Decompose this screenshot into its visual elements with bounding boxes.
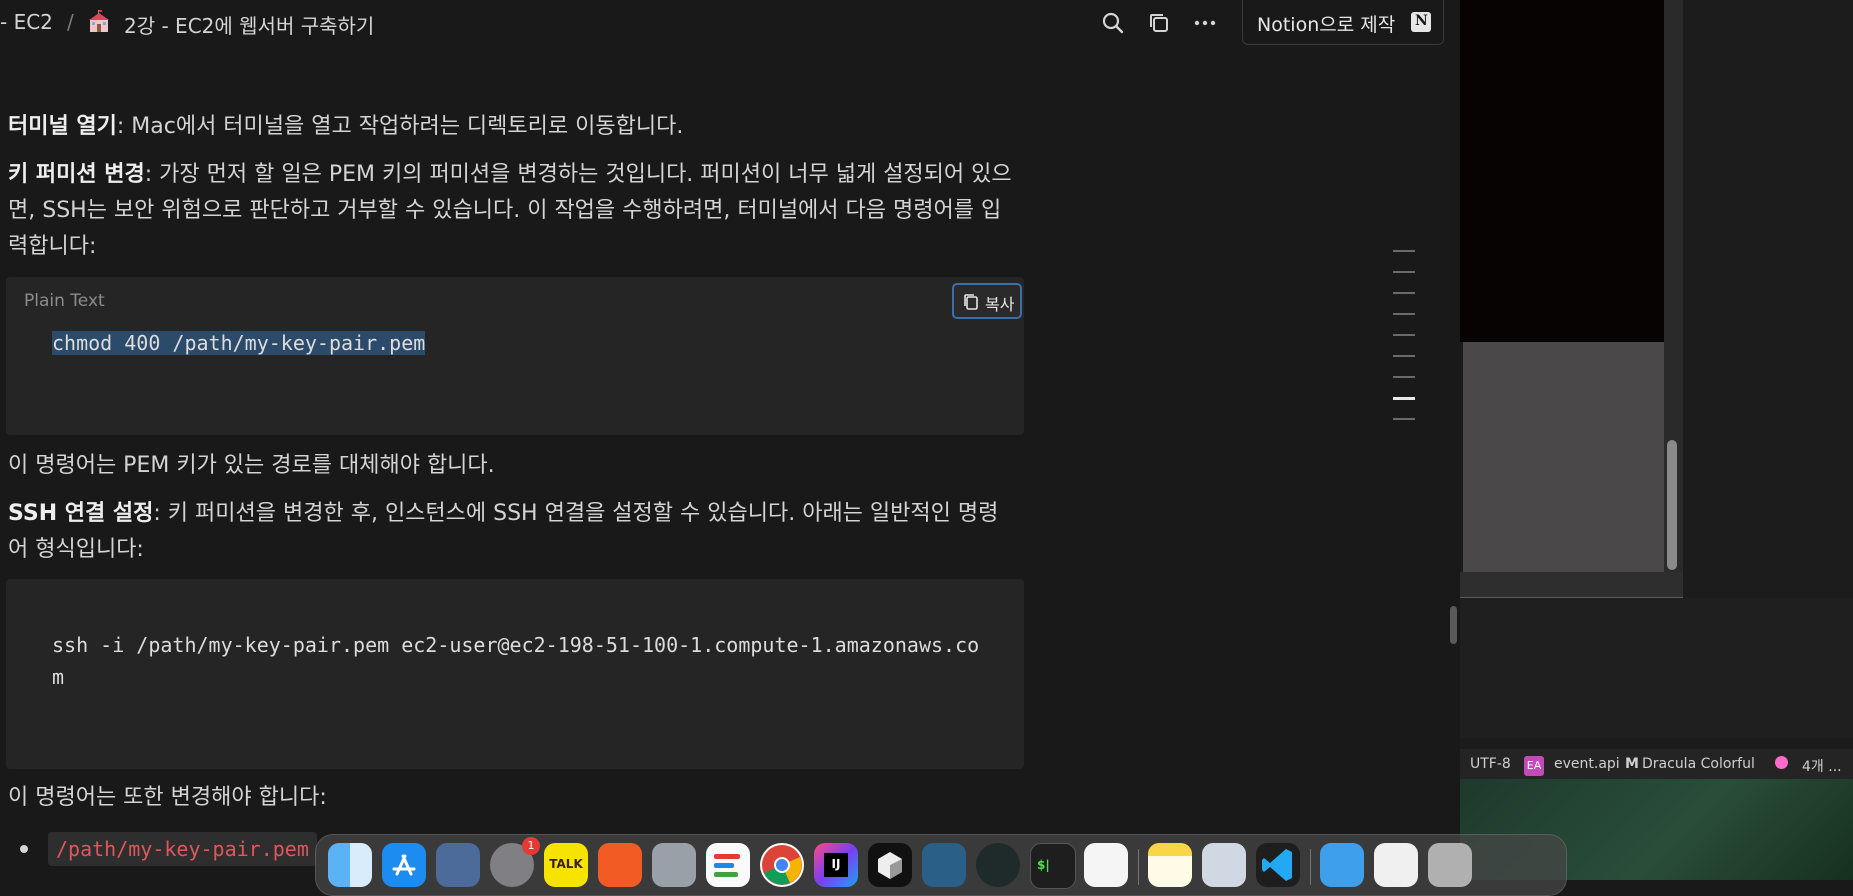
mysql-workbench-icon[interactable]	[922, 843, 966, 887]
toc-line[interactable]	[1393, 271, 1415, 273]
editor-panel	[1463, 342, 1664, 572]
theme-icon: M	[1625, 756, 1639, 772]
paragraph-replace-path: 이 명령어는 PEM 키가 있는 경로를 대체해야 합니다.	[8, 453, 495, 478]
kakaotalk-icon[interactable]: TALK	[544, 843, 588, 887]
code-language-label[interactable]: Plain Text	[24, 291, 105, 311]
editor-status-bar: UTF-8 EA event.api M Dracula Colorful 4개…	[1460, 749, 1853, 779]
paragraph-text: 어 형식입니다:	[8, 537, 144, 562]
simulator-icon[interactable]	[436, 843, 480, 887]
toc-line[interactable]	[1393, 376, 1415, 378]
copy-label: 복사	[985, 295, 1015, 314]
paragraph-text: 력합니다:	[8, 234, 97, 259]
code-block-ssh[interactable]: ssh -i /path/my-key-pair.pem ec2-user@ec…	[6, 579, 1024, 769]
editor-preview-dark	[1460, 0, 1683, 342]
background-editor-window: UTF-8 EA event.api M Dracula Colorful 4개…	[1460, 0, 1853, 880]
toc-line[interactable]	[1393, 418, 1415, 420]
paragraph-open-terminal: 터미널 열기: Mac에서 터미널을 열고 작업하려는 디렉토리로 이동합니다.	[8, 109, 1028, 145]
topbar: - EC2 / 2강 - EC2에 웹서버 구축하기 Notion으로 제작 N	[0, 0, 1460, 45]
made-with-notion-label: Notion으로 제작	[1257, 14, 1396, 36]
folder-icon[interactable]	[1320, 843, 1364, 887]
gitkraken-icon[interactable]	[976, 843, 1020, 887]
notion-logo-icon: N	[1411, 12, 1431, 32]
copy-icon	[964, 294, 978, 310]
paragraph-text: : Mac에서 터미널을 열고 작업하려는 디렉토리로 이동합니다.	[116, 114, 684, 139]
app-store-icon[interactable]	[382, 843, 426, 887]
made-with-notion-button[interactable]: Notion으로 제작 N	[1242, 0, 1444, 45]
sketchbook-icon[interactable]	[598, 843, 642, 887]
toc-line[interactable]	[1393, 313, 1415, 315]
code-line[interactable]: ssh -i /path/my-key-pair.pem ec2-user@ec…	[52, 629, 979, 693]
paragraph-text: : 가장 먼저 할 일은 PEM 키의 퍼미션을 변경하는 것입니다. 퍼미션이…	[144, 162, 1012, 187]
preview-icon[interactable]	[1202, 843, 1246, 887]
editor-area	[1460, 598, 1853, 738]
chrome-icon[interactable]	[760, 843, 804, 887]
more-status[interactable]: 4개 ...	[1802, 756, 1842, 776]
encoding-status[interactable]: UTF-8	[1470, 756, 1511, 772]
selected-code-text[interactable]: chmod 400 /path/my-key-pair.pem	[52, 331, 426, 355]
theme-status[interactable]: Dracula Colorful	[1642, 756, 1755, 772]
search-icon[interactable]	[1100, 10, 1126, 36]
intellij-icon[interactable]: IJ	[814, 843, 858, 887]
paragraph-also-change: 이 명령어는 또한 변경해야 합니다:	[8, 785, 327, 810]
editor-scrollbar-thumb[interactable]	[1667, 440, 1677, 570]
notes-icon[interactable]	[1148, 843, 1192, 887]
duplicate-icon[interactable]	[1146, 10, 1172, 36]
code-line[interactable]: chmod 400 /path/my-key-pair.pem	[52, 327, 426, 359]
file-type-badge: EA	[1524, 756, 1544, 776]
paragraph-text: 면, SSH는 보안 위험으로 판단하고 거부할 수 있습니다. 이 작업을 수…	[8, 198, 1002, 223]
breadcrumb-parent[interactable]: - EC2	[0, 10, 53, 34]
paragraph-ssh-connect: SSH 연결 설정: 키 퍼미션을 변경한 후, 인스턴스에 SSH 연결을 설…	[8, 496, 1028, 568]
certificate-icon[interactable]	[1374, 843, 1418, 887]
code-block-chmod[interactable]: Plain Text 복사 chmod 400 /path/my-key-pai…	[6, 277, 1024, 435]
more-options-icon[interactable]	[1192, 10, 1218, 36]
paragraph-bold-label: 터미널 열기	[8, 114, 117, 139]
toc-line-active[interactable]	[1393, 397, 1415, 400]
copy-button[interactable]: 복사	[952, 283, 1022, 319]
bullet-point	[20, 845, 28, 853]
window-bottom-frame	[1460, 572, 1683, 598]
3d-app-icon[interactable]	[868, 843, 912, 887]
notion-window: - EC2 / 2강 - EC2에 웹서버 구축하기 Notion으로 제작 N	[0, 0, 1460, 880]
status-dot-icon	[1775, 756, 1788, 769]
textedit-icon[interactable]	[1084, 843, 1128, 887]
paragraph-text: : 키 퍼미션을 변경한 후, 인스턴스에 SSH 연결을 설정할 수 있습니다…	[153, 501, 999, 526]
paragraph-bold-label: 키 퍼미션 변경	[8, 162, 145, 187]
page-title[interactable]: 2강 - EC2에 웹서버 구축하기	[124, 10, 374, 39]
code-line-2[interactable]: m	[52, 661, 979, 693]
toc-line[interactable]	[1393, 334, 1415, 336]
file-name-status[interactable]: event.api	[1554, 756, 1620, 772]
breadcrumb-separator: /	[67, 10, 74, 34]
scrollbar-thumb[interactable]	[1450, 606, 1457, 644]
toc-line[interactable]	[1393, 250, 1415, 252]
finder-icon[interactable]	[328, 843, 372, 887]
paragraph-key-permission: 키 퍼미션 변경: 가장 먼저 할 일은 PEM 키의 퍼미션을 변경하는 것입…	[8, 157, 1028, 265]
terminal-icon[interactable]: $|	[1030, 843, 1076, 889]
launchpad-icon[interactable]	[652, 843, 696, 887]
system-settings-icon[interactable]: 1	[490, 837, 540, 887]
trash-icon[interactable]	[1428, 843, 1472, 887]
paragraph-bold-label: SSH 연결 설정	[8, 501, 154, 526]
school-emoji-icon	[89, 10, 109, 32]
notification-badge: 1	[522, 837, 540, 855]
inline-code-path[interactable]: /path/my-key-pair.pem	[48, 832, 317, 866]
code-line-1[interactable]: ssh -i /path/my-key-pair.pem ec2-user@ec…	[52, 629, 979, 661]
toc-line[interactable]	[1393, 355, 1415, 357]
vscode-icon[interactable]	[1256, 843, 1300, 887]
toc-line[interactable]	[1393, 292, 1415, 294]
reminders-icon[interactable]	[706, 843, 750, 887]
macos-dock: 1 TALK IJ $|	[315, 834, 1567, 896]
